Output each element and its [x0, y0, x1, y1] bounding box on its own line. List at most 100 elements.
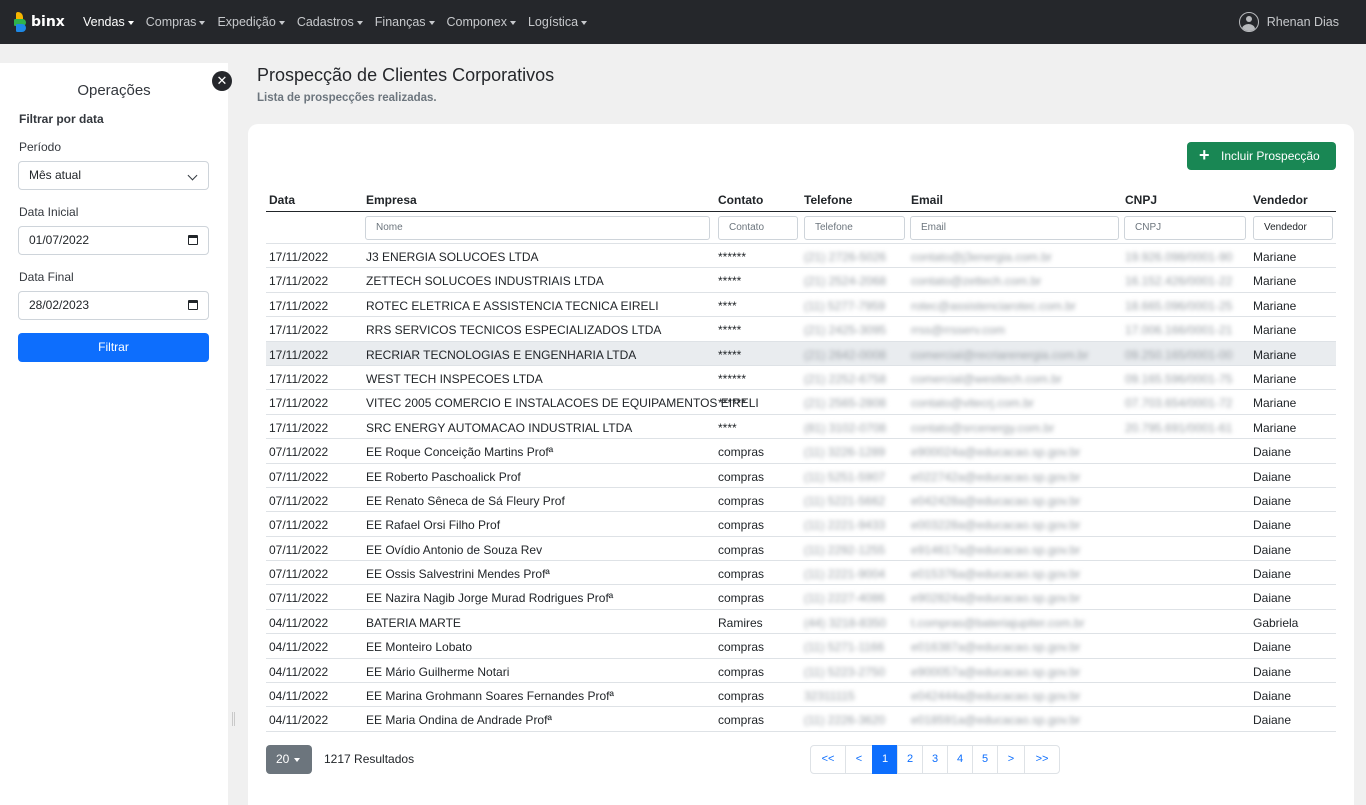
table-row[interactable]: 17/11/2022 SRC ENERGY AUTOMACAO INDUSTRIA…: [266, 415, 1336, 440]
table-body: 17/11/2022 J3 ENERGIA SOLUCOES LTDA ******…: [266, 244, 1336, 732]
filter-input[interactable]: Nome: [365, 216, 710, 240]
pagination: << <1 2 3 4 5 > >>: [810, 745, 1060, 774]
page-link[interactable]: <: [845, 745, 873, 774]
caret-down-icon: [356, 20, 363, 25]
cell-empresa: EE Maria Ondina de Andrade Profª: [366, 713, 552, 728]
cell-empresa: EE Monteiro Lobato: [366, 640, 473, 655]
main-menu: Vendas Compras Expedição Cadastros Finanças C…: [83, 15, 599, 29]
table-row[interactable]: 04/11/2022 EE Monteiro Lobato compras (11) …: [266, 634, 1336, 659]
brand-logo[interactable]: binx: [14, 12, 70, 32]
page-link[interactable]: 3: [922, 745, 948, 774]
filter-input[interactable]: Telefone: [804, 216, 905, 240]
data-final-input[interactable]: 28/02/2023: [18, 291, 209, 320]
table-row[interactable]: 17/11/2022 VITEC 2005 COMERCIO E INSTALAC…: [266, 390, 1336, 415]
data-inicial-value: 01/07/2022: [29, 233, 90, 247]
calendar-icon[interactable]: [188, 235, 198, 245]
table-row[interactable]: 17/11/2022 J3 ENERGIA SOLUCOES LTDA ******…: [266, 244, 1336, 269]
nav-menu-5[interactable]: Componex: [447, 15, 516, 29]
page-link[interactable]: <<: [810, 745, 846, 774]
close-icon[interactable]: ✕: [212, 71, 232, 91]
cell-empresa: EE Marina Grohmann Soares Fernandes Prof…: [366, 689, 614, 704]
cell-contato: compras: [718, 713, 765, 728]
nav-menu-label: Expedição: [217, 15, 276, 29]
cell-data: 17/11/2022: [269, 250, 329, 264]
cell-telefone: (11) 3226-1289: [804, 445, 886, 460]
nav-menu-2[interactable]: Expedição: [217, 15, 285, 29]
table-row[interactable]: 04/11/2022 EE Marina Grohmann Soares Fern…: [266, 683, 1336, 708]
user-menu[interactable]: Rhenan Dias: [1238, 12, 1339, 32]
sidebar-resize-handle[interactable]: [232, 712, 235, 726]
table-row[interactable]: 07/11/2022 EE Rafael Orsi Filho Prof compr…: [266, 512, 1336, 537]
filter-input[interactable]: CNPJ: [1124, 216, 1246, 240]
calendar-icon[interactable]: [188, 300, 198, 310]
table-row[interactable]: 17/11/2022 ZETTECH SOLUCOES INDUSTRIAIS L…: [266, 268, 1336, 293]
table-row[interactable]: 07/11/2022 EE Ovídio Antonio de Souza Rev…: [266, 537, 1336, 562]
prospection-table: Data Empresa Contato Telefone Email CNPJ Vende…: [266, 188, 1336, 732]
filter-input[interactable]: Vendedor: [1253, 216, 1333, 240]
caret-down-icon: [509, 20, 516, 25]
cell-vendedor: Mariane: [1253, 396, 1297, 411]
table-row[interactable]: 07/11/2022 EE Renato Sêneca de Sá Fleury …: [266, 488, 1336, 513]
table-row[interactable]: 17/11/2022 RRS SERVICOS TECNICOS ESPECIAL…: [266, 317, 1336, 342]
filter-input[interactable]: Contato: [718, 216, 798, 240]
column-header[interactable]: Telefone: [804, 193, 852, 207]
table-row[interactable]: 04/11/2022 EE Maria Ondina de Andrade Pro…: [266, 707, 1336, 732]
table-row[interactable]: 07/11/2022 EE Ossis Salvestrini Mendes Pr…: [266, 561, 1336, 586]
sidebar-title: Operações: [77, 82, 151, 99]
filter-input[interactable]: Email: [910, 216, 1119, 240]
cell-vendedor: Mariane: [1253, 274, 1297, 289]
caret-down-icon: [581, 20, 588, 25]
page-link[interactable]: >: [997, 745, 1025, 774]
cell-empresa: EE Roque Conceição Martins Profª: [366, 445, 554, 460]
table-row[interactable]: 07/11/2022 EE Roberto Paschoalick Prof com…: [266, 464, 1336, 488]
chevron-down-icon: [187, 170, 198, 181]
cell-data: 04/11/2022: [269, 664, 329, 679]
cell-contato: ******: [718, 396, 747, 411]
cell-vendedor: Mariane: [1253, 250, 1297, 264]
page-link[interactable]: >>: [1024, 745, 1060, 774]
cell-telefone: (21) 2642-0008: [804, 347, 887, 362]
table-row[interactable]: 17/11/2022 ROTEC ELETRICA E ASSISTENCIA T…: [266, 293, 1336, 318]
table-row[interactable]: 04/11/2022 BATERIA MARTE Ramires (44) 3218-…: [266, 610, 1336, 635]
page-link[interactable]: 5: [972, 745, 998, 774]
cell-empresa: SRC ENERGY AUTOMACAO INDUSTRIAL LTDA: [366, 420, 633, 435]
cell-empresa: RRS SERVICOS TECNICOS ESPECIALIZADOS LTD…: [366, 323, 662, 338]
data-inicial-input[interactable]: 01/07/2022: [18, 226, 209, 255]
operations-sidebar: Operações Filtrar por data Período Mês a…: [0, 63, 228, 805]
column-header[interactable]: Contato: [718, 193, 763, 207]
nav-menu-4[interactable]: Finanças: [375, 15, 435, 29]
table-row[interactable]: 07/11/2022 EE Nazira Nagib Jorge Murad Ro…: [266, 585, 1336, 610]
periodo-label: Período: [19, 140, 62, 154]
table-row[interactable]: 04/11/2022 EE Mário Guilherme Notari compr…: [266, 659, 1336, 684]
page-link[interactable]: 4: [947, 745, 973, 774]
add-prospection-button[interactable]: + Incluir Prospecção: [1187, 142, 1336, 170]
caret-down-icon: [428, 20, 435, 25]
cell-cnpj: 16.152.426/0001-22: [1125, 274, 1233, 289]
cell-email: e022742a@educacao.sp.gov.br: [911, 469, 1081, 484]
data-inicial-label: Data Inicial: [19, 205, 79, 219]
nav-menu-0[interactable]: Vendas: [83, 15, 134, 29]
nav-menu-label: Compras: [145, 15, 197, 29]
column-header[interactable]: Empresa: [366, 193, 417, 207]
nav-menu-1[interactable]: Compras: [146, 15, 206, 29]
page-size-dropdown[interactable]: 20: [266, 745, 312, 774]
filter-button[interactable]: Filtrar: [18, 333, 209, 362]
table-row[interactable]: 07/11/2022 EE Roque Conceição Martins Pro…: [266, 439, 1336, 464]
table-row[interactable]: 17/11/2022 RECRIAR TECNOLOGIAS E ENGENHAR…: [266, 341, 1336, 366]
periodo-select[interactable]: Mês atual: [18, 161, 209, 190]
brand-name: binx: [31, 14, 65, 30]
table-row[interactable]: 17/11/2022 WEST TECH INSPECOES LTDA ******…: [266, 366, 1336, 391]
column-header[interactable]: Email: [911, 193, 943, 207]
nav-menu-3[interactable]: Cadastros: [297, 15, 363, 29]
column-header[interactable]: Data: [269, 193, 295, 207]
page-link[interactable]: 2: [897, 745, 923, 774]
nav-menu-6[interactable]: Logística: [528, 15, 588, 29]
column-header[interactable]: Vendedor: [1253, 193, 1308, 207]
cell-telefone: (21) 2524-2068: [804, 274, 887, 289]
cell-contato: *****: [718, 274, 742, 289]
column-header[interactable]: CNPJ: [1125, 193, 1157, 207]
filter-heading: Filtrar por data: [19, 112, 104, 126]
cell-contato: *****: [718, 323, 742, 338]
cell-contato: ******: [718, 250, 747, 264]
page-link[interactable]: 1: [872, 745, 898, 774]
